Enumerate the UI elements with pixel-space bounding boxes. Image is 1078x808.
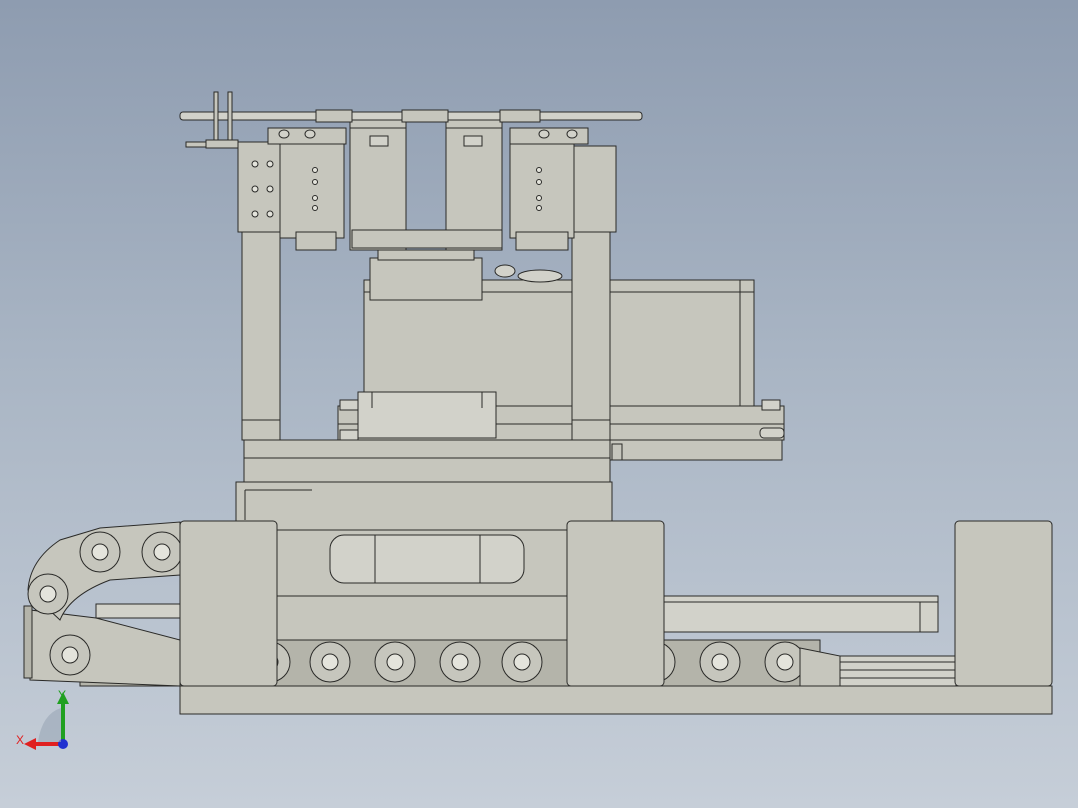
bearing-block-right	[954, 520, 1053, 687]
stepper-motor-left	[349, 111, 407, 251]
cad-viewport[interactable]: X Y	[0, 0, 1078, 808]
servo-right	[509, 143, 575, 239]
carriage-slot	[329, 534, 525, 584]
motor-bracket	[357, 391, 497, 439]
mount-plate	[243, 439, 611, 483]
bearing-block-left	[179, 520, 278, 687]
rail-lower	[839, 655, 957, 687]
rail-left	[95, 603, 181, 619]
axis-x-label: X	[16, 733, 25, 747]
base-plate	[179, 685, 1053, 715]
head-plate-left	[237, 141, 281, 233]
axis-y-label: Y	[58, 688, 67, 702]
servo-left	[279, 143, 345, 239]
side-plate	[609, 439, 783, 461]
linear-rail	[659, 595, 939, 633]
upright-right	[571, 231, 611, 441]
stepper-motor-right	[445, 111, 503, 251]
assembly-model[interactable]	[0, 0, 1078, 808]
axis-triad	[24, 692, 69, 750]
head-plate-right	[569, 145, 617, 233]
bearing-block-middle	[566, 520, 665, 687]
upright-left	[241, 231, 281, 441]
